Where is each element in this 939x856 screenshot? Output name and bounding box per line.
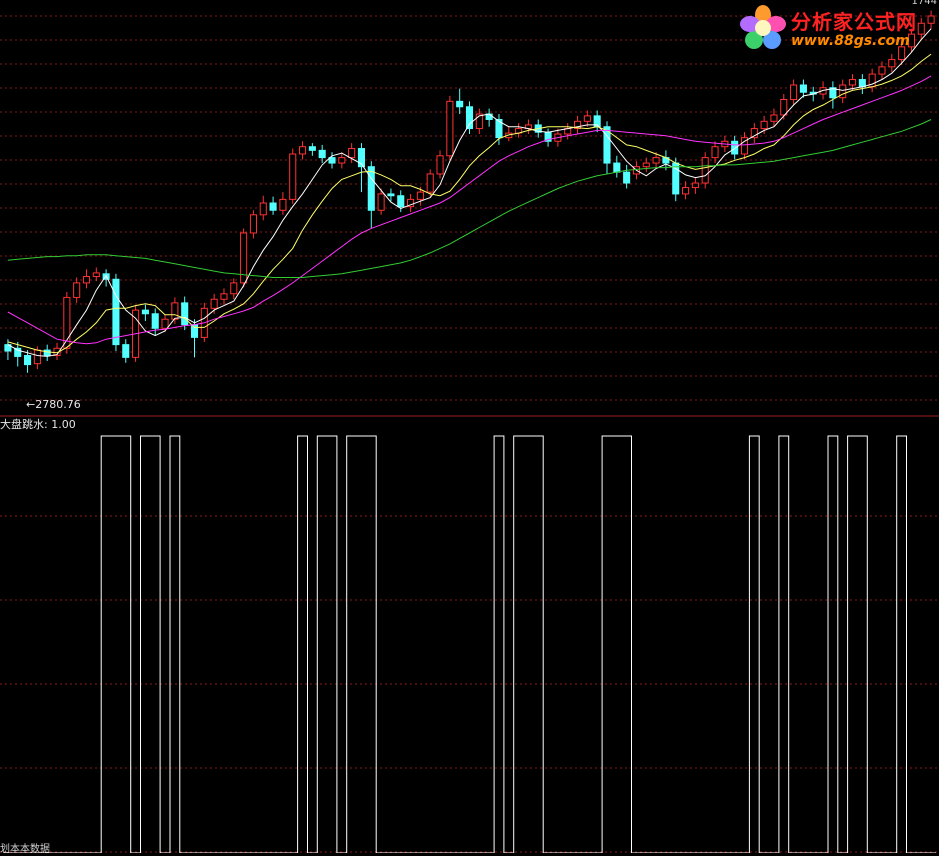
- low-price-annotation: ←2780.76: [26, 398, 81, 411]
- candle-body: [112, 278, 120, 346]
- chart-canvas: [0, 10, 939, 853]
- candle-body: [141, 309, 149, 315]
- logo-title: 分析家公式网: [791, 10, 917, 34]
- candle-body: [151, 313, 159, 329]
- candle-body: [623, 171, 631, 184]
- indicator-name: 大盘跳水: [0, 418, 44, 431]
- candle-body: [682, 187, 690, 195]
- candle-body: [92, 272, 100, 278]
- candle-body: [465, 106, 474, 130]
- indicator-value: : 1.00: [44, 418, 76, 431]
- candle-body: [318, 149, 326, 159]
- candle-body: [289, 153, 297, 200]
- candle-body: [240, 232, 248, 284]
- candle-body: [642, 162, 650, 168]
- candle-body: [33, 349, 41, 365]
- candle-body: [43, 349, 51, 357]
- candle-body: [770, 114, 778, 122]
- candle-body: [387, 193, 395, 197]
- candle-body: [73, 282, 81, 298]
- ma-line-ma5: [7, 28, 932, 357]
- signal-line: [3, 435, 936, 853]
- candle-body: [338, 157, 346, 164]
- candle-body: [377, 193, 385, 211]
- candle-body: [181, 302, 189, 326]
- candle-body: [790, 84, 798, 101]
- candle-body: [446, 100, 454, 157]
- candle-body: [24, 355, 32, 366]
- candle-body: [760, 120, 768, 130]
- candle-body: [308, 146, 316, 151]
- candle-body: [613, 162, 621, 173]
- candle-body: [230, 282, 238, 295]
- candle-body: [122, 344, 130, 358]
- candle-body: [848, 79, 857, 86]
- candle-body: [711, 146, 719, 159]
- candle-body: [367, 166, 375, 211]
- indicator-title: 大盘跳水: 1.00: [0, 419, 76, 431]
- candle-body: [436, 155, 444, 175]
- site-logo: 分析家公式网 www.88gs.com: [737, 4, 935, 54]
- candle-body: [210, 298, 218, 309]
- candle-body: [259, 202, 267, 216]
- candle-body: [701, 157, 709, 184]
- candle-body: [220, 293, 228, 300]
- candle-body: [799, 84, 807, 93]
- indicator-signal: [3, 435, 936, 853]
- moving-averages: [7, 28, 932, 357]
- candle-body: [269, 202, 277, 211]
- candle-body: [652, 157, 660, 164]
- candle-body: [190, 324, 199, 338]
- bottom-status-text: 划本本数据: [0, 844, 50, 855]
- candle-body: [161, 318, 169, 329]
- candle-body: [878, 66, 886, 75]
- candle-body: [82, 276, 91, 284]
- candle-body: [397, 195, 405, 208]
- candle-body: [348, 148, 356, 159]
- price-grid: [0, 15, 939, 401]
- candle-body: [583, 115, 591, 122]
- candle-body: [731, 140, 739, 155]
- candle-body: [249, 214, 257, 234]
- candle-body: [888, 59, 896, 68]
- candle-body: [298, 146, 307, 155]
- candle-body: [416, 191, 424, 200]
- candle-body: [691, 182, 699, 189]
- flower-icon: [740, 5, 786, 49]
- candle-body: [456, 100, 464, 108]
- logo-url: www.88gs.com: [791, 33, 910, 49]
- candle-body: [171, 302, 179, 320]
- ma-line-ma60: [7, 119, 932, 278]
- candle-body: [279, 198, 287, 211]
- candle-body: [780, 99, 788, 116]
- candle-body: [426, 173, 434, 193]
- price-candles: [4, 10, 935, 373]
